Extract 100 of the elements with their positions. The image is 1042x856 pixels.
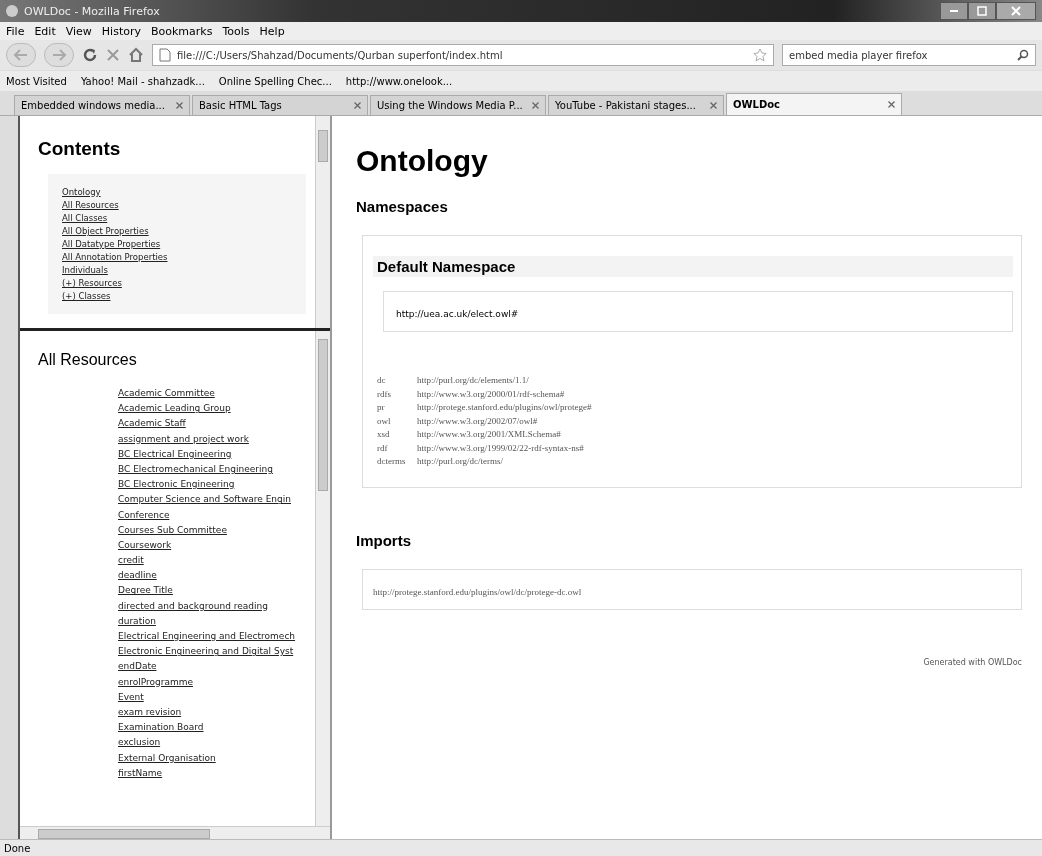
- close-button[interactable]: [996, 2, 1036, 20]
- contents-link[interactable]: Ontology: [62, 186, 292, 198]
- browser-tab[interactable]: YouTube - Pakistani stages...: [548, 95, 724, 115]
- contents-link[interactable]: All Classes: [62, 212, 292, 224]
- search-icon: [1017, 49, 1029, 61]
- close-icon: [1011, 6, 1021, 16]
- resource-link[interactable]: exam revision: [118, 705, 315, 718]
- resource-link[interactable]: Academic Staff: [118, 417, 315, 430]
- contents-link[interactable]: All Resources: [62, 199, 292, 211]
- status-text: Done: [4, 842, 31, 854]
- contents-link[interactable]: All Annotation Properties: [62, 251, 292, 263]
- resource-link[interactable]: Examination Board: [118, 721, 315, 734]
- namespace-prefix: dc: [377, 374, 387, 387]
- resource-link[interactable]: Courses Sub Committee: [118, 523, 315, 536]
- import-uri: http://protege.stanford.edu/plugins/owl/dc/protege-dc.owl: [373, 586, 582, 597]
- resource-link[interactable]: enrolProgramme: [118, 675, 315, 688]
- menu-item[interactable]: Edit: [34, 24, 56, 38]
- resources-heading: All Resources: [38, 351, 138, 369]
- resource-link[interactable]: Electrical Engineering and Electromech: [118, 630, 315, 642]
- resource-link[interactable]: Electronic Engineering and Digital Syst: [118, 645, 315, 658]
- bookmark-item[interactable]: Most Visited: [6, 75, 67, 87]
- contents-link[interactable]: (+) Resources: [62, 277, 292, 289]
- browser-tab[interactable]: Basic HTML Tags: [192, 95, 368, 115]
- close-tab-icon[interactable]: [176, 102, 183, 109]
- browser-tab[interactable]: OWLDoc: [726, 93, 902, 115]
- resource-link[interactable]: Coursework: [118, 538, 315, 551]
- footer-text: Generated with OWLDoc: [923, 657, 1022, 667]
- bookmark-item[interactable]: Yahoo! Mail - shahzadk...: [80, 75, 205, 87]
- bookmark-item[interactable]: Online Spelling Chec...: [218, 75, 332, 87]
- back-arrow-icon: [13, 48, 29, 62]
- namespace-uri: http://protege.stanford.edu/plugins/owl/protege#: [417, 401, 592, 414]
- namespace-prefix: rdf: [377, 441, 389, 455]
- contents-link[interactable]: Individuals: [62, 264, 292, 276]
- forward-arrow-icon: [51, 48, 67, 62]
- namespace-uri: http://www.w3.org/2000/01/rdf-schema#: [417, 387, 565, 401]
- vertical-scrollbar[interactable]: [315, 116, 330, 328]
- resource-link[interactable]: Conference: [118, 508, 315, 521]
- resource-link[interactable]: endDate: [118, 660, 315, 673]
- resource-link[interactable]: directed and background reading: [118, 599, 315, 612]
- menu-item[interactable]: View: [65, 24, 92, 38]
- browser-tab[interactable]: Embedded windows media...: [14, 95, 190, 115]
- address-field[interactable]: file:///C:/Users/Shahzad/Documents/Qurban superfont/index.html: [152, 44, 774, 66]
- close-tab-icon[interactable]: [354, 102, 361, 109]
- resource-link[interactable]: firstName: [118, 766, 315, 779]
- namespace-prefix: pr: [377, 401, 386, 414]
- menu-item[interactable]: File: [6, 24, 25, 38]
- bookmark-item[interactable]: http://www.onelook...: [345, 75, 453, 87]
- resource-link[interactable]: BC Electronic Engineering: [118, 478, 315, 491]
- namespace-uri: http://www.w3.org/2001/XMLSchema#: [417, 428, 561, 441]
- namespace-uri: http://www.w3.org/2002/07/owl#: [417, 414, 538, 428]
- maximize-icon: [977, 6, 987, 16]
- search-field[interactable]: embed media player firefox: [782, 44, 1036, 66]
- namespace-uri: http://purl.org/dc/terms/: [417, 455, 504, 468]
- namespace-prefix: rdfs: [377, 387, 392, 401]
- default-namespace-heading: Default Namespace: [373, 256, 1013, 277]
- resource-link[interactable]: deadline: [118, 569, 315, 582]
- contents-link[interactable]: All Object Properties: [62, 225, 292, 237]
- section-heading: Imports: [356, 531, 412, 549]
- resource-link[interactable]: BC Electromechanical Engineering: [118, 462, 315, 475]
- resource-link[interactable]: BC Electrical Engineering: [118, 447, 315, 460]
- menu-item[interactable]: History: [101, 24, 141, 38]
- resource-link[interactable]: Computer Science and Software Engin: [118, 493, 315, 506]
- close-tab-icon[interactable]: [710, 102, 717, 109]
- browser-icon: [6, 5, 18, 17]
- minimize-button[interactable]: [940, 2, 968, 20]
- resource-link[interactable]: Academic Leading Group: [118, 402, 315, 415]
- resource-link[interactable]: Event: [118, 690, 315, 703]
- contents-link[interactable]: All Datatype Properties: [62, 238, 292, 250]
- close-tab-icon[interactable]: [532, 102, 539, 109]
- namespace-prefix: owl: [377, 414, 392, 428]
- resource-link[interactable]: Academic Committee: [118, 387, 315, 399]
- resource-link[interactable]: assignment and project work: [118, 432, 315, 445]
- namespace-prefix: dcterms: [377, 455, 407, 468]
- resource-link[interactable]: exclusion: [118, 736, 315, 749]
- reload-icon[interactable]: [82, 47, 98, 63]
- namespace-uri: http://uea.ac.uk/elect.owl#: [396, 309, 519, 319]
- namespace-prefix: xsd: [377, 428, 391, 441]
- horizontal-scrollbar[interactable]: [20, 826, 330, 839]
- resource-link[interactable]: credit: [118, 554, 315, 567]
- menu-item[interactable]: Bookmarks: [151, 24, 213, 38]
- resource-link[interactable]: Degree Title: [118, 584, 315, 597]
- menu-item[interactable]: Help: [259, 24, 285, 38]
- close-tab-icon[interactable]: [888, 101, 895, 108]
- section-heading: Namespaces: [356, 198, 449, 215]
- namespace-uri: http://purl.org/dc/elements/1.1/: [417, 374, 529, 387]
- home-icon[interactable]: [128, 47, 144, 63]
- minimize-icon: [950, 10, 958, 12]
- stop-icon[interactable]: [106, 48, 120, 62]
- star-icon[interactable]: [753, 48, 767, 62]
- page-title: Ontology: [356, 144, 489, 178]
- vertical-scrollbar[interactable]: [315, 331, 330, 826]
- page-icon: [159, 48, 171, 62]
- browser-tab[interactable]: Using the Windows Media P...: [370, 95, 546, 115]
- resource-link[interactable]: External Organisation: [118, 751, 315, 764]
- contents-link[interactable]: (+) Classes: [62, 290, 292, 302]
- contents-heading: Contents: [38, 138, 122, 160]
- resource-link[interactable]: duration: [118, 614, 315, 627]
- window-title: OWLDoc - Mozilla Firefox: [24, 4, 160, 18]
- maximize-button[interactable]: [968, 2, 996, 20]
- menu-item[interactable]: Tools: [222, 24, 250, 38]
